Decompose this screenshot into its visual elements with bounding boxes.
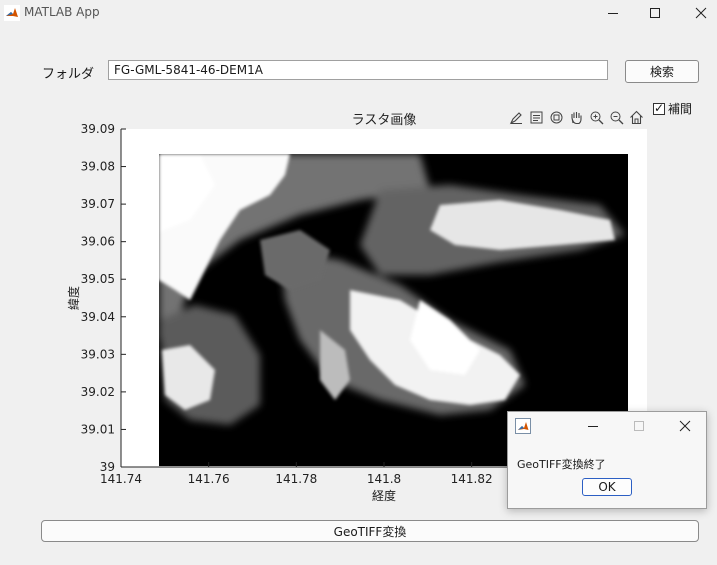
- x-tick-label: 141.82: [451, 472, 493, 486]
- dialog-message: GeoTIFF変換終了: [517, 458, 606, 471]
- pan-icon[interactable]: [568, 108, 585, 126]
- ok-button[interactable]: OK: [582, 478, 632, 496]
- completion-dialog: GeoTIFF変換終了 OK: [507, 411, 707, 509]
- y-tick-label: 39.08: [81, 160, 115, 174]
- minimize-icon: [588, 426, 598, 427]
- chart-title: ラスタ画像: [352, 113, 417, 128]
- x-tick-label: 141.76: [188, 472, 230, 486]
- close-icon: [679, 420, 691, 432]
- y-tick-label: 39.03: [81, 347, 115, 361]
- y-tick-label: 39.09: [81, 122, 115, 136]
- axes-toolbar: [508, 108, 645, 126]
- y-tick-label: 39.04: [81, 310, 115, 324]
- x-tick-label: 141.78: [275, 472, 317, 486]
- geotiff-convert-button[interactable]: GeoTIFF変換: [41, 520, 699, 542]
- brush-icon[interactable]: [508, 108, 525, 126]
- y-tick-label: 39.05: [81, 272, 115, 286]
- y-tick-label: 39.01: [81, 422, 115, 436]
- zoom-out-icon[interactable]: [608, 108, 625, 126]
- y-axis-ticks: 3939.0139.0239.0339.0439.0539.0639.0739.…: [81, 122, 126, 474]
- datatip-icon[interactable]: [528, 108, 545, 126]
- x-axis-label: 経度: [372, 488, 396, 503]
- y-tick-label: 39.02: [81, 385, 115, 399]
- home-icon[interactable]: [628, 108, 645, 126]
- dialog-close-button[interactable]: [670, 414, 700, 438]
- rotate-icon[interactable]: [548, 108, 565, 126]
- x-tick-label: 141.8: [367, 472, 401, 486]
- x-tick-label: 141.74: [100, 472, 142, 486]
- y-axis-label: 緯度: [66, 286, 81, 310]
- y-tick-label: 39.07: [81, 197, 115, 211]
- dialog-minimize-button[interactable]: [578, 414, 608, 438]
- zoom-in-icon[interactable]: [588, 108, 605, 126]
- dialog-maximize-button: [624, 414, 654, 438]
- y-tick-label: 39.06: [81, 235, 115, 249]
- matlab-logo-icon: [515, 418, 531, 434]
- maximize-icon: [634, 421, 644, 431]
